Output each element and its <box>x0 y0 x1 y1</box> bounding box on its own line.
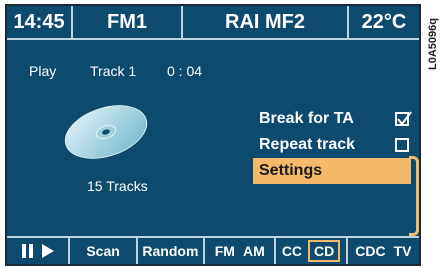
cd-label-active[interactable]: CD <box>308 240 341 262</box>
figure-code-text: L0A5096q <box>427 18 439 70</box>
radio-display: 14:45 FM1 RAI MF2 22°C Play Track 1 0 : … <box>5 4 421 266</box>
status-header: 14:45 FM1 RAI MF2 22°C <box>7 6 419 40</box>
random-button[interactable]: Random <box>138 238 206 264</box>
tv-label[interactable]: TV <box>394 243 412 259</box>
menu-item-repeat-track[interactable]: Repeat track <box>253 132 415 158</box>
menu-scroll-indicator <box>409 156 419 236</box>
cdc-label[interactable]: CDC <box>355 243 385 259</box>
menu-item-break-for-ta[interactable]: Break for TA <box>253 106 415 132</box>
softkey-bar: Scan Random FM AM CC CD CDC TV <box>7 236 419 264</box>
play-icon <box>41 244 54 258</box>
break-for-ta-checkbox[interactable] <box>395 111 412 126</box>
repeat-track-checkbox[interactable] <box>395 138 409 152</box>
track-count: 15 Tracks <box>87 178 148 194</box>
figure-code: L0A5096q <box>427 18 439 70</box>
station-name: RAI MF2 <box>183 6 349 38</box>
fm-label[interactable]: FM <box>215 243 235 259</box>
fm-am-button[interactable]: FM AM <box>205 238 277 264</box>
cdc-tv-button[interactable]: CDC TV <box>348 238 419 264</box>
pause-icon <box>21 244 33 258</box>
track-number: Track 1 <box>90 63 137 79</box>
pause-play-button[interactable] <box>7 238 71 264</box>
cd-disc-icon <box>64 105 148 159</box>
temperature: 22°C <box>361 10 407 33</box>
elapsed-time: 0 : 04 <box>167 63 203 79</box>
clock: 14:45 <box>7 6 73 38</box>
checkmark-icon <box>397 111 412 126</box>
cc-cd-button[interactable]: CC CD <box>276 238 348 264</box>
am-label[interactable]: AM <box>243 243 265 259</box>
scan-button[interactable]: Scan <box>70 238 138 264</box>
header-divider <box>7 38 419 40</box>
play-status: Play <box>29 63 57 79</box>
band-label[interactable]: FM1 <box>73 6 183 38</box>
menu-item-settings[interactable]: Settings <box>253 158 411 184</box>
cc-label[interactable]: CC <box>282 243 302 259</box>
